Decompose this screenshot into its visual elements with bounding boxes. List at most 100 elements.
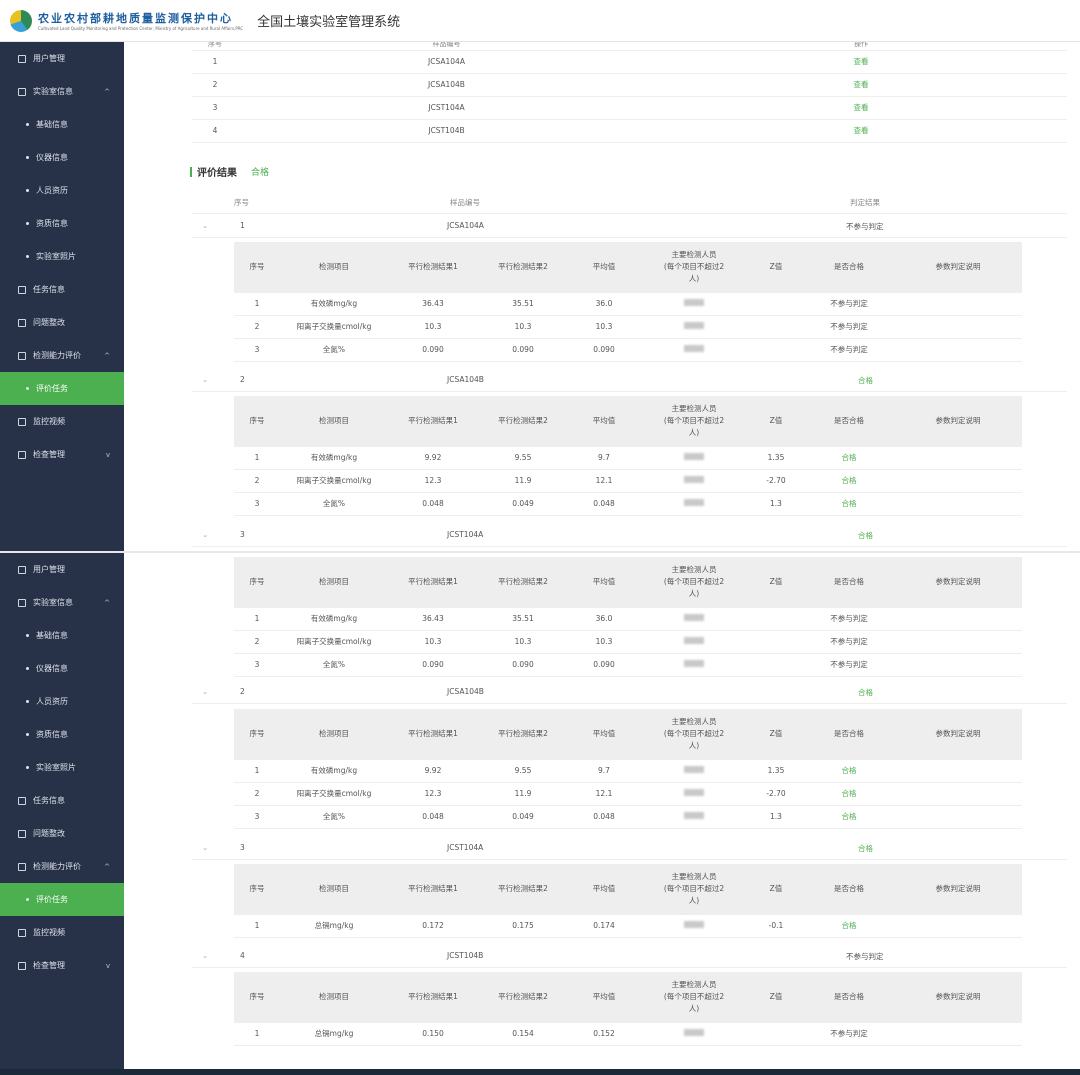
view-link[interactable]: 查看 — [854, 103, 869, 112]
col-header: 平均值 — [568, 972, 640, 1023]
col-header: 主要检测人员 (每个项目不超过2 人) — [640, 557, 748, 608]
chevron-down-icon[interactable]: v — [106, 451, 110, 459]
group-sample-code: JCST104A — [447, 530, 484, 539]
z-value: 1.3 — [748, 492, 804, 516]
blurred-name — [684, 499, 704, 506]
table-cell: 12.3 — [388, 469, 478, 493]
sidebar-item[interactable]: 实验室照片 — [0, 751, 124, 784]
sidebar-item[interactable]: 实验室照片 — [0, 240, 124, 273]
sample-code: JCSA104A — [238, 50, 655, 74]
user-icon — [18, 54, 26, 63]
sidebar-item[interactable]: 用户管理 — [0, 42, 124, 75]
sidebar-item[interactable]: 评价任务 — [0, 883, 124, 916]
detail-table-body: 1 总镉mg/kg 0.150 0.154 0.152 不参与判定 — [234, 1022, 1022, 1046]
table-row: 1 有效磷mg/kg 36.43 35.51 36.0 不参与判定 — [234, 607, 1022, 631]
detail-table-head: 序号 检测项目 平行检测结果1 平行检测结果2 平均值 主要检测人员 (每个项目不超过2 人)… — [234, 242, 1022, 293]
z-value — [748, 607, 804, 631]
col-header-line: 主要检测人员 — [671, 403, 717, 413]
sidebar-item[interactable]: 检测能力评价 ^ — [0, 850, 124, 883]
col-header: 检测项目 — [280, 709, 388, 760]
detail-table: 序号 检测项目 平行检测结果1 平行检测结果2 平均值 主要检测人员 (每个项目不超过2 人)… — [234, 972, 1022, 1046]
tester-cell — [640, 630, 748, 654]
sidebar-item[interactable]: 任务信息 — [0, 784, 124, 817]
view-link[interactable]: 查看 — [854, 57, 869, 66]
chevron-up-icon[interactable]: ^ — [104, 352, 110, 360]
col-header: 平行检测结果1 — [388, 242, 478, 293]
chevron-up-icon[interactable]: ^ — [104, 88, 110, 96]
col-header: 是否合格 — [804, 864, 894, 915]
eval-group-row[interactable]: ⌄ 2 JCSA104B 合格 — [192, 368, 1067, 392]
sidebar-item[interactable]: 检测能力评价 ^ — [0, 339, 124, 372]
sidebar-item-label: 基础信息 — [36, 120, 68, 129]
sidebar-item[interactable]: 基础信息 — [0, 619, 124, 652]
chevron-up-icon[interactable]: ^ — [104, 863, 110, 871]
table-cell: 0.090 — [478, 338, 568, 362]
table-row: 3 全氮% 0.048 0.049 0.048 1.3 合格 — [234, 805, 1022, 829]
eval-group-row[interactable]: ⌄ 1 JCSA104A 不参与判定 — [192, 214, 1067, 238]
eval-group-row[interactable]: ⌄ 2 JCSA104B 合格 — [192, 680, 1067, 704]
table-cell: 0.048 — [568, 805, 640, 829]
col-header-line: 主要检测人员 — [671, 249, 717, 259]
col-header: 判定结果 — [850, 198, 880, 207]
pass-status: 不参与判定 — [804, 653, 894, 677]
sidebar-item-label: 用户管理 — [33, 565, 65, 574]
detail-header-row: 序号 检测项目 平行检测结果1 平行检测结果2 平均值 主要检测人员 (每个项目不超过2 人)… — [234, 557, 1022, 608]
param-note — [894, 338, 1022, 362]
col-header: 平行检测结果2 — [478, 557, 568, 608]
sidebar-item[interactable]: 检查管理 v — [0, 438, 124, 471]
param-note — [894, 914, 1022, 938]
pass-status: 不参与判定 — [804, 1022, 894, 1046]
sidebar-item[interactable]: 实验室信息 ^ — [0, 586, 124, 619]
blurred-name — [684, 299, 704, 306]
sidebar-item[interactable]: 任务信息 — [0, 273, 124, 306]
sidebar-item[interactable]: 问题整改 — [0, 817, 124, 850]
sidebar-item-label: 实验室信息 — [33, 598, 73, 607]
sidebar-item[interactable]: 问题整改 — [0, 306, 124, 339]
chart-icon — [18, 351, 26, 360]
table-cell: 10.3 — [568, 630, 640, 654]
sidebar-item[interactable]: 检查管理 v — [0, 949, 124, 982]
sidebar-item[interactable]: 监控视频 — [0, 916, 124, 949]
chevron-down-icon[interactable]: ⌄ — [202, 843, 208, 852]
view-link[interactable]: 查看 — [854, 126, 869, 135]
col-header-line: (每个项目不超过2 — [663, 883, 725, 893]
sidebar-item[interactable]: 仪器信息 — [0, 652, 124, 685]
table-cell: 总镉mg/kg — [280, 1022, 388, 1046]
sidebar-item[interactable]: 资质信息 — [0, 207, 124, 240]
chevron-down-icon[interactable]: ⌄ — [202, 221, 208, 230]
chart-icon — [18, 862, 26, 871]
sidebar-item[interactable]: 人员资历 — [0, 174, 124, 207]
sidebar-item[interactable]: 仪器信息 — [0, 141, 124, 174]
col-header: Z值 — [748, 864, 804, 915]
col-header: 平行检测结果2 — [478, 864, 568, 915]
sidebar-item[interactable]: 实验室信息 ^ — [0, 75, 124, 108]
detail-header-row: 序号 检测项目 平行检测结果1 平行检测结果2 平均值 主要检测人员 (每个项目不超过2 人)… — [234, 972, 1022, 1023]
chevron-up-icon[interactable]: ^ — [104, 599, 110, 607]
sidebar-item[interactable]: 基础信息 — [0, 108, 124, 141]
chevron-down-icon[interactable]: ⌄ — [202, 951, 208, 960]
sidebar-item[interactable]: 评价任务 — [0, 372, 124, 405]
z-value — [748, 315, 804, 339]
param-note — [894, 1022, 1022, 1046]
org-logo: 农业农村部耕地质量监测保护中心 Cultivated Land Quality … — [38, 10, 243, 31]
sidebar-item[interactable]: 监控视频 — [0, 405, 124, 438]
col-header: Z值 — [748, 709, 804, 760]
eval-group-row[interactable]: ⌄ 3 JCST104A 合格 — [192, 523, 1067, 547]
view-link[interactable]: 查看 — [854, 80, 869, 89]
detail-table-body: 1 有效磷mg/kg 9.92 9.55 9.7 1.35 合格 2 阳离子交换量cmol/kg… — [234, 759, 1022, 829]
eval-group-row[interactable]: ⌄ 3 JCST104A 合格 — [192, 836, 1067, 860]
sidebar-item[interactable]: 用户管理 — [0, 553, 124, 586]
sidebar-item-label: 任务信息 — [33, 285, 65, 294]
table-cell: 有效磷mg/kg — [280, 446, 388, 470]
sidebar-item[interactable]: 人员资历 — [0, 685, 124, 718]
chevron-down-icon[interactable]: ⌄ — [202, 375, 208, 384]
chevron-down-icon[interactable]: ⌄ — [202, 530, 208, 539]
sidebar-item[interactable]: 资质信息 — [0, 718, 124, 751]
col-header: 是否合格 — [804, 557, 894, 608]
chevron-down-icon[interactable]: v — [106, 962, 110, 970]
tester-cell — [640, 653, 748, 677]
chevron-down-icon[interactable]: ⌄ — [202, 687, 208, 696]
eval-group-row[interactable]: ⌄ 4 JCST104B 不参与判定 — [192, 944, 1067, 968]
col-header: 平行检测结果1 — [388, 396, 478, 447]
col-header-line: 主要检测人员 — [671, 716, 717, 726]
